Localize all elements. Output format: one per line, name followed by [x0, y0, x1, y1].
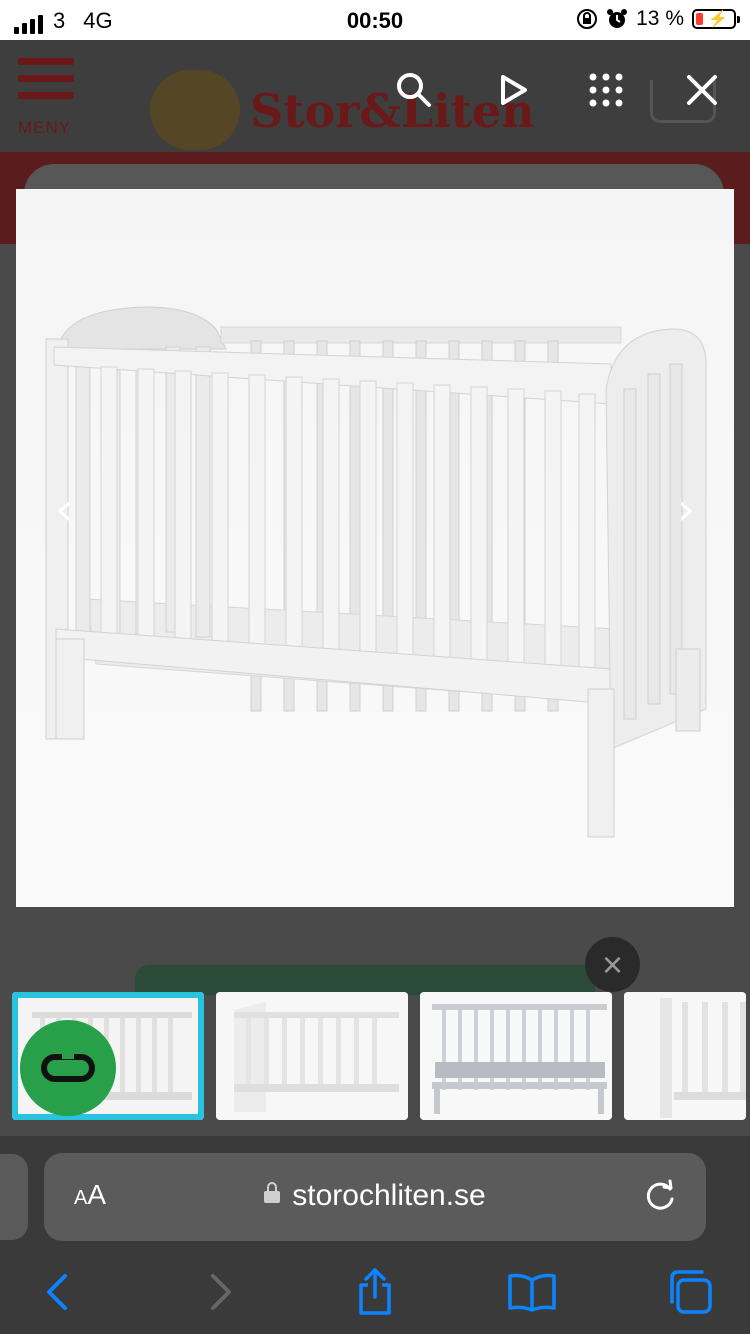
battery-percent: 13 %	[636, 7, 684, 30]
status-right: 13 % ⚡	[576, 7, 740, 31]
share-button[interactable]	[345, 1264, 405, 1320]
chevron-left-icon[interactable]: ‹	[44, 487, 84, 533]
logo-mascot	[150, 70, 240, 150]
tabs-icon	[670, 1270, 712, 1314]
close-banner-icon[interactable]: ×	[585, 937, 640, 992]
address-bar[interactable]: AA storochliten.se	[44, 1153, 706, 1241]
menu-label: MENY	[18, 118, 72, 137]
safari-toolbar: AA storochliten.se	[0, 1136, 750, 1334]
chevron-right-icon[interactable]: ›	[666, 487, 706, 533]
bookmarks-button[interactable]	[502, 1264, 562, 1320]
grid-icon[interactable]	[581, 65, 631, 115]
product-image-main[interactable]	[16, 189, 734, 907]
status-bar: 3 4G 00:50 13 % ⚡	[0, 0, 750, 40]
chat-widget-button[interactable]	[20, 1020, 116, 1116]
chevron-right-icon	[211, 1274, 231, 1310]
close-icon[interactable]	[677, 65, 727, 115]
crib-thumbnail-image	[216, 992, 408, 1120]
url-display[interactable]: storochliten.se	[44, 1179, 706, 1213]
site-logo: Stor&Liten	[150, 70, 610, 150]
alarm-icon	[607, 9, 628, 28]
book-icon	[508, 1273, 556, 1312]
chevron-left-icon	[47, 1274, 67, 1310]
crib-illustration	[16, 189, 734, 907]
search-icon[interactable]	[389, 65, 439, 115]
hamburger-menu-icon	[18, 58, 74, 109]
share-icon	[359, 1268, 391, 1315]
link-loop-icon	[41, 1053, 95, 1082]
thumbnail-2[interactable]	[216, 992, 408, 1120]
forward-button[interactable]	[190, 1264, 250, 1320]
crib-thumbnail-image	[420, 992, 612, 1120]
lock-icon	[264, 1182, 281, 1203]
crib-thumbnail-image	[624, 992, 746, 1120]
url-text: storochliten.se	[292, 1179, 486, 1212]
play-icon[interactable]	[487, 65, 537, 115]
battery-icon: ⚡	[692, 9, 740, 29]
orientation-lock-icon	[577, 9, 598, 29]
site-banner	[135, 965, 595, 995]
site-header: MENY Stor&Liten	[0, 40, 750, 152]
reload-icon[interactable]	[640, 1177, 680, 1217]
tabs-button[interactable]	[660, 1264, 720, 1320]
thumbnail-3[interactable]	[420, 992, 612, 1120]
back-button[interactable]	[28, 1264, 88, 1320]
thumbnail-4[interactable]	[624, 992, 746, 1120]
previous-tab-peek[interactable]	[0, 1154, 28, 1240]
